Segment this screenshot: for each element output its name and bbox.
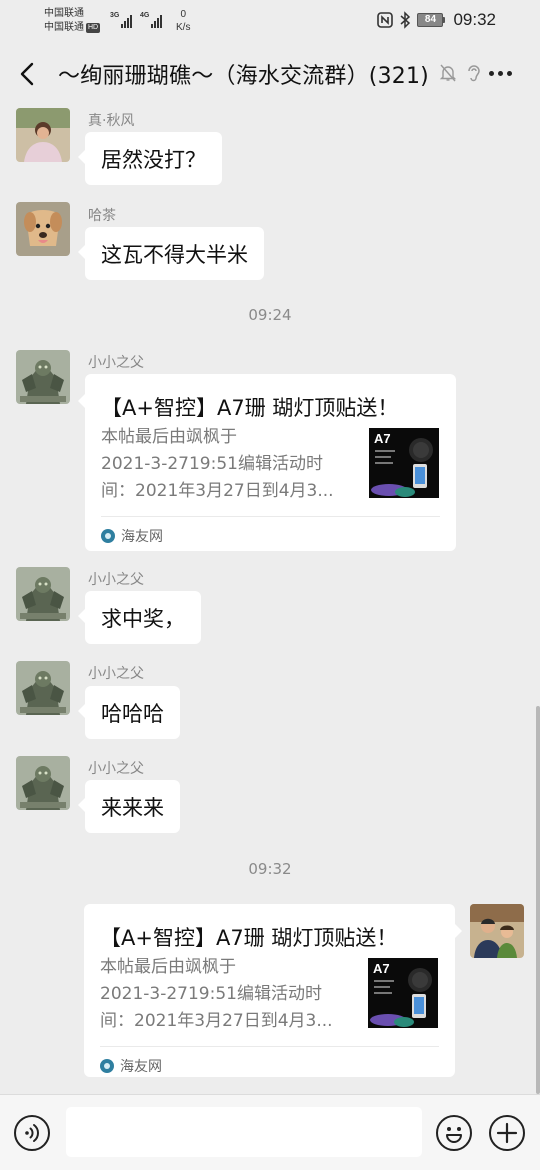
source-logo-icon bbox=[100, 1059, 114, 1073]
emoji-button[interactable] bbox=[436, 1115, 472, 1151]
more-options-icon[interactable] bbox=[489, 71, 512, 76]
timestamp: 09:32 bbox=[248, 860, 292, 878]
message-sender: 小小之父 bbox=[88, 572, 144, 588]
message-sender: 小小之父 bbox=[88, 666, 144, 682]
card-description: 本帖最后由飒枫于 2021-3-2719:51编辑活动时 间：2021年3月27… bbox=[101, 427, 334, 501]
voice-icon bbox=[25, 1124, 39, 1142]
hd-badge: HD bbox=[86, 23, 101, 33]
link-card[interactable]: 【A+智控】A7珊 瑚灯顶贴送！ 本帖最后由飒枫于 2021-3-2719:51… bbox=[84, 904, 462, 1077]
card-separator bbox=[101, 516, 440, 517]
network-speed: 0 K/s bbox=[176, 9, 191, 33]
battery-icon: 84 bbox=[417, 13, 446, 27]
back-icon[interactable] bbox=[14, 60, 42, 88]
thumb-label: A7 bbox=[374, 431, 391, 446]
more-functions-button[interactable] bbox=[489, 1115, 525, 1151]
nfc-icon bbox=[377, 12, 394, 28]
avatar[interactable] bbox=[16, 108, 70, 162]
avatar[interactable] bbox=[16, 756, 70, 810]
card-title: 【A+智控】A7珊 瑚灯顶贴送！ bbox=[100, 926, 398, 950]
message-bubble[interactable]: 来来来 bbox=[78, 780, 180, 833]
avatar[interactable] bbox=[16, 661, 70, 715]
plus-icon bbox=[496, 1122, 518, 1144]
card-title: 【A+智控】A7珊 瑚灯顶贴送！ bbox=[101, 396, 399, 420]
status-bar: 中国联通 中国联通 HD 3G 4G 0 K/s 84 09:32 bbox=[0, 0, 540, 44]
source-logo-icon bbox=[101, 529, 115, 543]
mute-bell-icon bbox=[439, 64, 457, 82]
message-sender: 小小之父 bbox=[88, 355, 144, 371]
emoji-icon bbox=[446, 1127, 462, 1143]
message-sender: 哈茶 bbox=[88, 208, 116, 224]
thumb-label: A7 bbox=[373, 961, 390, 976]
message-bubble[interactable]: 求中奖， bbox=[78, 591, 201, 644]
chat-title: ～绚丽珊瑚礁～（海水交流群）(321) bbox=[58, 64, 429, 89]
earpiece-mode-icon bbox=[468, 65, 480, 82]
card-source: 海友网 bbox=[101, 526, 163, 546]
card-description: 本帖最后由飒枫于 2021-3-2719:51编辑活动时 间：2021年3月27… bbox=[100, 957, 333, 1031]
carrier-2: 中国联通 HD bbox=[44, 22, 101, 33]
avatar[interactable] bbox=[16, 202, 70, 256]
timestamp: 09:24 bbox=[248, 306, 292, 324]
scrollbar[interactable] bbox=[536, 706, 540, 1094]
avatar[interactable] bbox=[16, 350, 70, 404]
card-thumbnail: A7 bbox=[368, 958, 438, 1028]
status-time: 09:32 bbox=[453, 10, 496, 29]
message-sender: 真·秋风 bbox=[88, 113, 135, 129]
input-bar bbox=[0, 1094, 540, 1170]
avatar[interactable] bbox=[16, 567, 70, 621]
signal-1-icon: 3G bbox=[110, 12, 133, 28]
voice-input-button[interactable] bbox=[14, 1115, 50, 1151]
link-card[interactable]: 【A+智控】A7珊 瑚灯顶贴送！ 本帖最后由飒枫于 2021-3-2719:51… bbox=[78, 374, 456, 551]
message-bubble[interactable]: 居然没打？ bbox=[78, 132, 222, 185]
card-separator bbox=[100, 1046, 439, 1047]
message-input[interactable] bbox=[66, 1107, 422, 1157]
message-sender: 小小之父 bbox=[88, 761, 144, 777]
signal-2-icon: 4G bbox=[140, 12, 163, 28]
carrier-1: 中国联通 bbox=[44, 8, 84, 19]
bluetooth-icon bbox=[400, 11, 411, 29]
message-bubble[interactable]: 这瓦不得大半米 bbox=[78, 227, 264, 280]
card-source: 海友网 bbox=[100, 1056, 162, 1076]
message-bubble[interactable]: 哈哈哈 bbox=[78, 686, 180, 739]
card-thumbnail: A7 bbox=[369, 428, 439, 498]
my-avatar[interactable] bbox=[470, 904, 524, 958]
chat-header: ～绚丽珊瑚礁～（海水交流群）(321) bbox=[0, 46, 540, 102]
